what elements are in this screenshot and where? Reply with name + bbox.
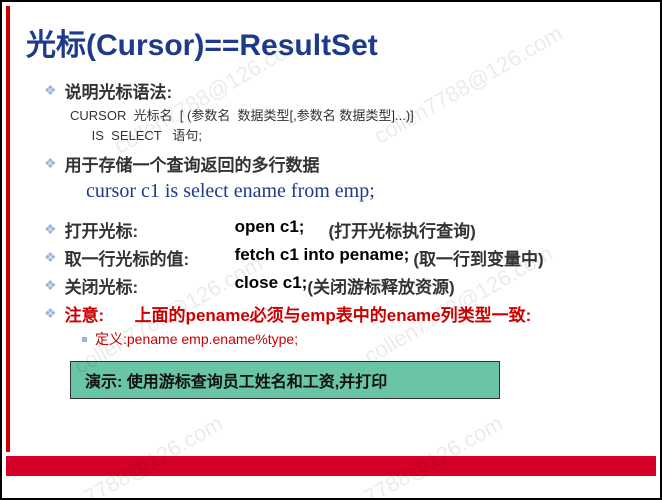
open-code: open c1; xyxy=(235,217,305,237)
watermark: collen7788@126.com xyxy=(310,410,508,498)
fetch-code: fetch c1 into pename; xyxy=(235,245,410,265)
diamond-icon: ❖ xyxy=(44,82,57,99)
diamond-icon: ❖ xyxy=(44,155,57,172)
bottom-red-bar xyxy=(6,456,656,476)
square-icon xyxy=(82,337,87,342)
bullet-notice: ❖ 注意: 上面的pename必须与emp表中的ename列类型一致: xyxy=(44,301,640,326)
close-label: 关闭光标: xyxy=(65,273,235,298)
syntax-line-1: CURSOR 光标名 [ (参数名 数据类型[,参数名 数据类型]...)] xyxy=(70,106,640,126)
bullet-fetch: ❖ 取一行光标的值: fetch c1 into pename; (取一行到变量… xyxy=(44,245,640,270)
slide-title: 光标(Cursor)==ResultSet xyxy=(26,20,660,64)
notice-text: 上面的pename必须与emp表中的ename列类型一致: xyxy=(135,301,532,326)
close-code: close c1; xyxy=(235,273,308,293)
bullet-close: ❖ 关闭光标: close c1; (关闭游标释放资源) xyxy=(44,273,640,298)
syntax-block: CURSOR 光标名 [ (参数名 数据类型[,参数名 数据类型]...)] I… xyxy=(70,106,640,145)
bullet-store: ❖ 用于存储一个查询返回的多行数据 xyxy=(44,151,640,176)
fetch-label: 取一行光标的值: xyxy=(65,245,235,270)
bullet-open: ❖ 打开光标: open c1; (打开光标执行查询) xyxy=(44,217,640,242)
slide-container: 光标(Cursor)==ResultSet ❖ 说明光标语法: CURSOR 光… xyxy=(2,2,660,498)
def-code: pename emp.ename%type; xyxy=(127,331,298,347)
diamond-icon: ❖ xyxy=(44,277,57,294)
open-label: 打开光标: xyxy=(65,217,235,242)
diamond-icon: ❖ xyxy=(44,249,57,266)
fetch-note: (取一行到变量中) xyxy=(413,245,543,270)
sub-bullet-definition: 定义: pename emp.ename%type; xyxy=(82,329,640,349)
cursor-code-example: cursor c1 is select ename from emp; xyxy=(86,180,640,203)
watermark: collen7788@126.com xyxy=(30,410,228,498)
content-area: ❖ 说明光标语法: CURSOR 光标名 [ (参数名 数据类型[,参数名 数据… xyxy=(44,78,640,399)
diamond-icon: ❖ xyxy=(44,221,57,238)
open-note: (打开光标执行查询) xyxy=(328,217,475,242)
syntax-line-2: IS SELECT 语句; xyxy=(70,126,640,146)
demo-box: 演示: 使用游标查询员工姓名和工资,并打印 xyxy=(70,361,500,399)
left-accent-bar xyxy=(6,6,10,452)
bullet-syntax: ❖ 说明光标语法: xyxy=(44,78,640,103)
def-label: 定义: xyxy=(95,329,127,349)
bullet-text: 用于存储一个查询返回的多行数据 xyxy=(65,151,320,176)
close-note: (关闭游标释放资源) xyxy=(307,273,454,298)
notice-label: 注意: xyxy=(65,301,135,326)
diamond-icon: ❖ xyxy=(44,305,57,322)
bullet-text: 说明光标语法: xyxy=(65,78,173,103)
